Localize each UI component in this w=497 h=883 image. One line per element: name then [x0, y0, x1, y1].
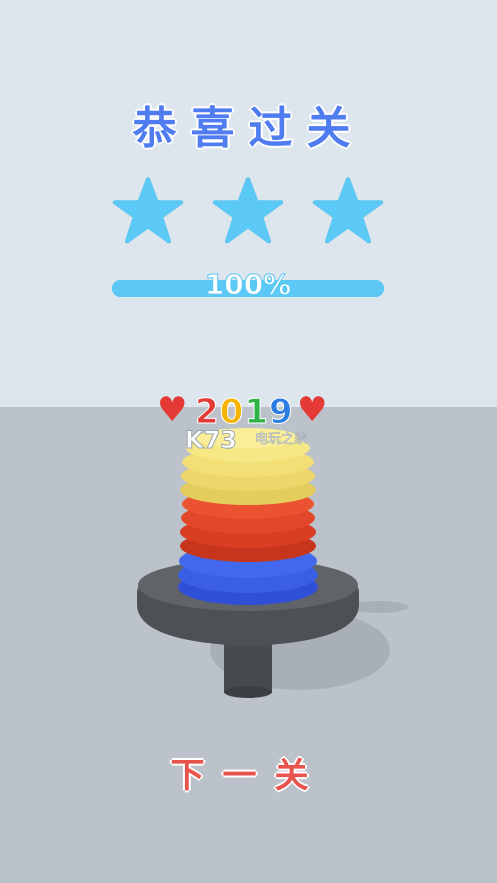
star-icon: [312, 175, 384, 247]
heart-icon: ♥: [157, 390, 188, 430]
watermark: ♥ 2019 ♥ K73 电玩之家: [155, 390, 345, 460]
star-rating: [100, 175, 400, 255]
progress-label: 100%: [204, 268, 292, 302]
next-level-button[interactable]: 下一关: [0, 748, 497, 797]
watermark-site: 电玩之家: [255, 432, 308, 448]
star-icon: [212, 175, 284, 247]
base-pole-bottom: [224, 686, 272, 698]
level-complete-title: 恭喜过关: [132, 102, 365, 155]
star-icon: [112, 175, 184, 247]
watermark-logo: K73: [185, 426, 238, 455]
heart-icon: ♥: [297, 390, 328, 430]
